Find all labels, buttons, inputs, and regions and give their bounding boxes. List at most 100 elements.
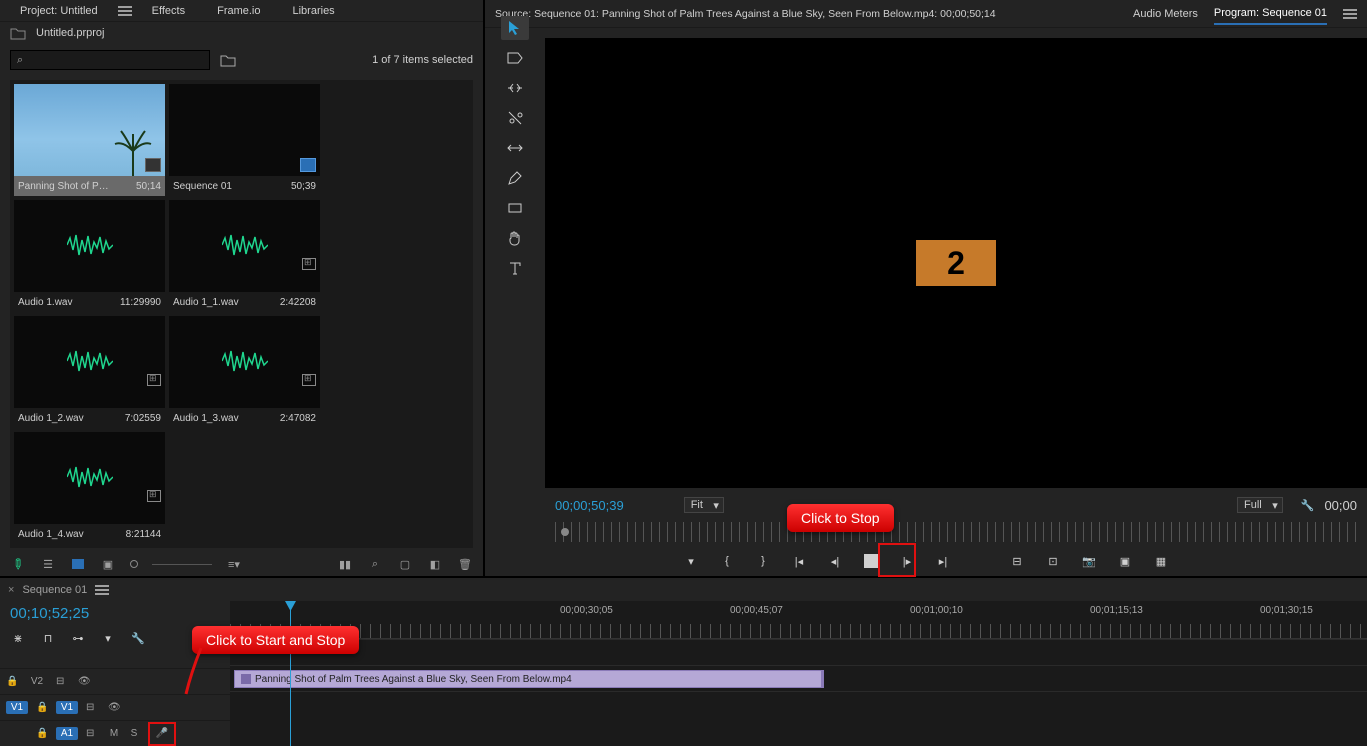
media-duration: 2:47082 [280, 413, 316, 424]
close-tab-icon[interactable]: × [8, 584, 14, 596]
track-source-v1[interactable]: V1 [6, 701, 28, 714]
media-thumbnail [169, 84, 320, 176]
media-item-audio[interactable]: Audio 1_3.wav2:47082 [169, 316, 320, 428]
tab-project[interactable]: Project: Untitled [8, 5, 110, 17]
voice-over-record-button[interactable]: 🎤 [155, 727, 169, 741]
lock-icon[interactable]: 🔒 [36, 702, 48, 713]
write-icon[interactable]: ✎ [7, 553, 30, 576]
media-item-audio[interactable]: Audio 1_2.wav7:02559 [14, 316, 165, 428]
program-scrubber[interactable] [555, 522, 1357, 542]
audio-wave-icon [67, 462, 113, 495]
zoom-fit-select[interactable]: Fit [684, 497, 724, 513]
freeform-view-icon[interactable]: ▣ [100, 556, 116, 572]
tab-effects[interactable]: Effects [140, 5, 197, 17]
button-editor-icon[interactable]: ▦ [1152, 552, 1170, 570]
media-item-audio[interactable]: Audio 1_1.wav2:42208 [169, 200, 320, 312]
panel-menu-icon[interactable] [95, 585, 109, 595]
track-a1-lane[interactable] [230, 691, 1367, 717]
settings-wrench-icon[interactable]: 🔧 [1301, 499, 1315, 512]
lock-icon[interactable]: 🔒 [36, 728, 48, 739]
out-point-icon[interactable]: } [754, 552, 772, 570]
sync-lock-icon[interactable]: ⊟ [56, 676, 70, 687]
list-view-icon[interactable]: ☰ [40, 556, 56, 572]
type-tool[interactable] [501, 256, 529, 280]
tab-libraries[interactable]: Libraries [281, 5, 347, 17]
search-input[interactable] [23, 54, 203, 66]
track-v1-lane[interactable]: Panning Shot of Palm Trees Against a Blu… [230, 665, 1367, 691]
scrubber-playhead[interactable] [561, 528, 569, 536]
media-item-audio[interactable]: Audio 1.wav11:29990 [14, 200, 165, 312]
toggle-output-icon[interactable]: 👁 [108, 702, 121, 713]
linked-selection-icon[interactable]: ⊶ [70, 630, 86, 646]
hand-tool[interactable] [501, 226, 529, 250]
marker-icon[interactable]: ▾ [100, 630, 116, 646]
mark-in-icon[interactable]: ▾ [682, 552, 700, 570]
program-timecode[interactable]: 00;00;50;39 [555, 498, 624, 513]
slip-tool[interactable] [501, 136, 529, 160]
timeline-ruler[interactable]: 00;00;30;05 00;00;45;07 00;01;00;10 00;0… [230, 601, 1367, 639]
timeline-tracks-area[interactable]: 00;00;30;05 00;00;45;07 00;01;00;10 00;0… [230, 601, 1367, 746]
solo-button[interactable]: S [128, 728, 140, 739]
panel-menu-icon[interactable] [118, 6, 132, 16]
media-item-sequence[interactable]: Sequence 0150;39 [169, 84, 320, 196]
video-type-icon [145, 158, 161, 172]
play-button[interactable]: |▸ [898, 552, 916, 570]
timeline-timecode[interactable]: 00;10;52;25 [0, 601, 230, 626]
icon-view-icon[interactable] [70, 556, 86, 572]
rectangle-tool[interactable] [501, 196, 529, 220]
trash-icon[interactable]: 🗑 [457, 556, 473, 572]
search-box[interactable]: ⌕ [10, 50, 210, 70]
find-icon[interactable]: ⌕ [367, 556, 383, 572]
timeline-playhead[interactable] [290, 601, 291, 746]
settings-wrench-icon[interactable]: 🔧 [130, 630, 146, 646]
mute-button[interactable]: M [108, 728, 120, 739]
video-clip[interactable]: Panning Shot of Palm Trees Against a Blu… [234, 670, 824, 688]
razor-tool[interactable] [501, 106, 529, 130]
track-label-v2[interactable]: V2 [26, 675, 48, 688]
track-target-v1[interactable]: V1 [56, 701, 78, 714]
zoom-slider-handle[interactable] [130, 560, 138, 568]
track-select-tool[interactable] [501, 46, 529, 70]
step-back-icon[interactable]: ◂| [826, 552, 844, 570]
tab-sequence[interactable]: Sequence 01 [22, 584, 87, 596]
new-item-icon[interactable]: ◧ [427, 556, 443, 572]
folder-icon [10, 26, 26, 40]
media-item-video[interactable]: Panning Shot of P…50;14 [14, 84, 165, 196]
sync-lock-icon[interactable]: ⊟ [86, 728, 100, 739]
insert-mode-icon[interactable]: ⋇ [10, 630, 26, 646]
tab-source[interactable]: Source: Sequence 01: Panning Shot of Pal… [495, 8, 996, 20]
stop-button[interactable] [862, 552, 880, 570]
comparison-icon[interactable]: ▣ [1116, 552, 1134, 570]
ripple-edit-tool[interactable] [501, 76, 529, 100]
tab-frameio[interactable]: Frame.io [205, 5, 272, 17]
program-panel: Source: Sequence 01: Panning Shot of Pal… [485, 0, 1367, 576]
audio-wave-icon [67, 230, 113, 263]
pen-tool[interactable] [501, 166, 529, 190]
program-monitor[interactable]: 2 [545, 38, 1367, 488]
automate-icon[interactable]: ▮▮ [337, 556, 353, 572]
sync-lock-icon[interactable]: ⊟ [86, 702, 100, 713]
export-frame-icon[interactable]: 📷 [1080, 552, 1098, 570]
resolution-select[interactable]: Full [1237, 497, 1283, 513]
toggle-output-icon[interactable]: 👁 [78, 676, 91, 687]
in-point-icon[interactable]: { [718, 552, 736, 570]
new-bin-icon[interactable]: ▢ [397, 556, 413, 572]
go-to-in-icon[interactable]: |◂ [790, 552, 808, 570]
lock-icon[interactable]: 🔒 [6, 676, 18, 687]
tab-audio-meters[interactable]: Audio Meters [1133, 8, 1198, 20]
zoom-slider-track[interactable] [152, 564, 212, 565]
selection-tool[interactable] [501, 16, 529, 40]
track-target-a1[interactable]: A1 [56, 727, 78, 740]
lift-icon[interactable]: ⊟ [1008, 552, 1026, 570]
sort-icon[interactable]: ≡▾ [226, 556, 242, 572]
annotation-mic-highlight: 🎤 [148, 722, 176, 746]
panel-menu-icon[interactable] [1343, 9, 1357, 19]
snap-icon[interactable]: ⊓ [40, 630, 56, 646]
track-v2-lane[interactable] [230, 639, 1367, 665]
extract-icon[interactable]: ⊡ [1044, 552, 1062, 570]
new-bin-icon[interactable] [220, 53, 236, 67]
media-item-audio[interactable]: Audio 1_4.wav8:21144 [14, 432, 165, 544]
tab-program[interactable]: Program: Sequence 01 [1214, 7, 1327, 25]
clip-trim-handle[interactable] [821, 671, 824, 687]
go-to-out-icon[interactable]: ▸| [934, 552, 952, 570]
